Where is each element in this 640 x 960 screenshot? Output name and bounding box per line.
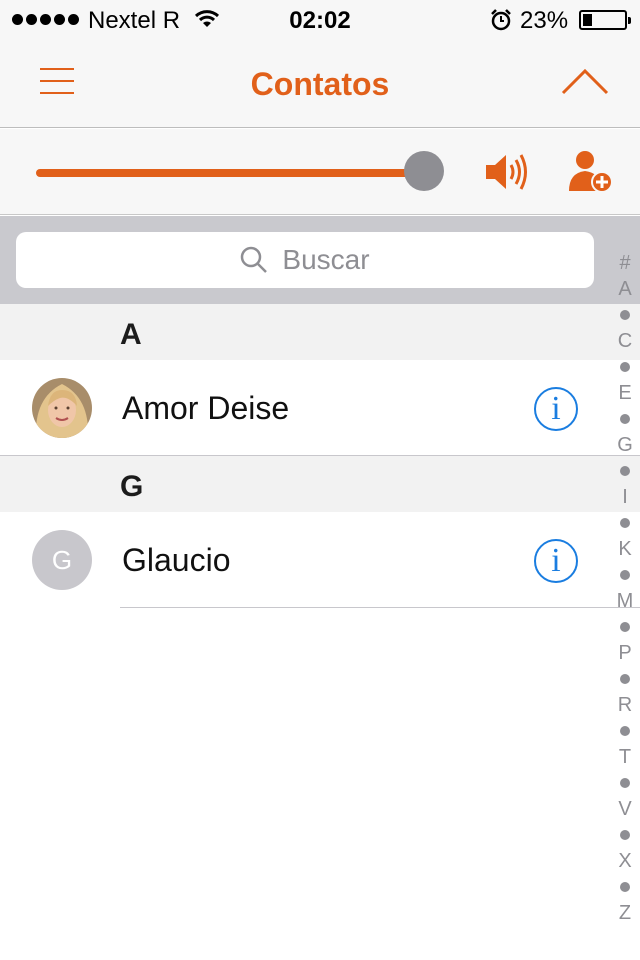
- index-dot[interactable]: [620, 882, 630, 892]
- contact-row-amor-deise[interactable]: Amor Deise i: [0, 360, 640, 456]
- volume-slider-track[interactable]: [36, 169, 436, 177]
- battery-level: [583, 14, 593, 26]
- alarm-icon: [491, 9, 511, 31]
- index-dot[interactable]: [620, 570, 630, 580]
- search-placeholder: Buscar: [282, 244, 370, 275]
- info-icon[interactable]: i: [534, 387, 578, 431]
- index-letter[interactable]: P: [618, 640, 631, 666]
- contact-name: Glaucio: [122, 542, 231, 578]
- index-letter[interactable]: E: [618, 380, 631, 406]
- index-letter[interactable]: K: [618, 536, 631, 562]
- volume-slider-thumb[interactable]: [404, 151, 444, 191]
- status-bar: Nextel R 02:02 23%: [0, 0, 640, 40]
- index-dot[interactable]: [620, 778, 630, 788]
- controls-bar: [0, 129, 640, 215]
- index-dot[interactable]: [620, 726, 630, 736]
- index-letter[interactable]: I: [622, 484, 628, 510]
- index-dot[interactable]: [620, 310, 630, 320]
- index-dot[interactable]: [620, 830, 630, 840]
- contact-name: Amor Deise: [122, 390, 290, 426]
- page-title: Contatos: [250, 66, 390, 102]
- index-letter[interactable]: V: [618, 796, 631, 822]
- add-contact-icon[interactable]: [565, 149, 615, 195]
- battery-icon: [579, 10, 631, 30]
- index-letter[interactable]: Z: [619, 900, 631, 926]
- battery-percent: 23%: [520, 7, 569, 34]
- search-icon: [241, 246, 268, 273]
- top-bar: Nextel R 02:02 23% Contatos: [0, 0, 640, 128]
- section-header-a: A: [0, 304, 640, 360]
- speaker-icon[interactable]: [484, 151, 530, 193]
- contact-photo: [32, 378, 92, 438]
- index-letter[interactable]: R: [618, 692, 632, 718]
- index-letter[interactable]: X: [618, 848, 631, 874]
- index-letter[interactable]: T: [619, 744, 631, 770]
- index-letter[interactable]: A: [618, 276, 631, 302]
- index-dot[interactable]: [620, 622, 630, 632]
- section-header-g: G: [0, 456, 640, 512]
- index-dot[interactable]: [620, 674, 630, 684]
- avatar: G: [32, 530, 92, 590]
- index-dot[interactable]: [620, 414, 630, 424]
- index-dot[interactable]: [620, 362, 630, 372]
- index-dot[interactable]: [620, 518, 630, 528]
- index-letter[interactable]: C: [618, 328, 632, 354]
- index-letter[interactable]: G: [617, 432, 633, 458]
- search-input[interactable]: Buscar: [16, 232, 594, 288]
- contact-row-glaucio[interactable]: G Glaucio i: [0, 512, 640, 608]
- section-index[interactable]: # A C E G I K M P R T V X Z: [612, 250, 638, 926]
- divider: [120, 607, 640, 608]
- index-letter[interactable]: #: [619, 250, 630, 276]
- index-dot[interactable]: [620, 466, 630, 476]
- index-letter[interactable]: M: [617, 588, 634, 614]
- info-icon[interactable]: i: [534, 539, 578, 583]
- chevron-up-icon[interactable]: [560, 66, 610, 96]
- search-area: Buscar: [0, 216, 640, 304]
- avatar: [32, 378, 92, 438]
